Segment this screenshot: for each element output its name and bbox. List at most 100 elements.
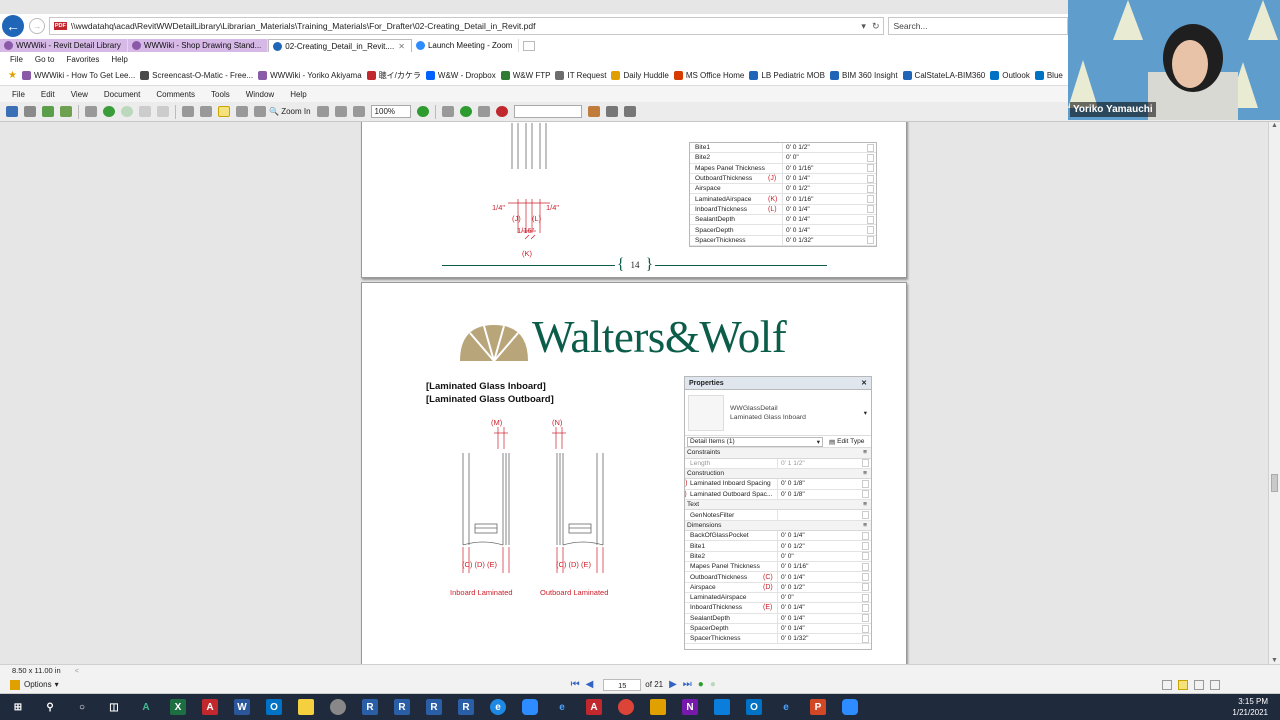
menu-goto[interactable]: Go to [35,55,55,64]
menu-document[interactable]: Document [104,90,140,99]
zoom-icon[interactable] [842,699,858,715]
favorite-item[interactable]: Blue [1034,71,1063,80]
document-icon[interactable] [85,106,97,117]
menu-help[interactable]: Help [290,90,306,99]
snapshot-icon[interactable] [254,106,266,117]
menu-file[interactable]: File [12,90,25,99]
zoom-in-icon[interactable] [416,106,429,117]
tab-zoom[interactable]: Launch Meeting - Zoom [412,39,520,52]
outlook-icon[interactable]: O [266,699,282,715]
fit-icon[interactable] [200,106,212,117]
dropdown-icon[interactable]: ▾ [861,21,866,32]
menu-view[interactable]: View [71,90,88,99]
next-page-icon[interactable] [121,106,133,117]
rotate-icon[interactable] [182,106,194,117]
menu-file[interactable]: File [10,55,23,64]
excel-icon[interactable]: X [170,699,186,715]
scroll-up-icon[interactable]: ▲ [1271,122,1278,129]
menu-help[interactable]: Help [111,55,127,64]
url-input[interactable]: PDF \\wwdatahq\acad\RevitWWDetailLibrary… [48,17,885,35]
app-icon[interactable] [714,699,730,715]
search-input[interactable]: Search... [888,17,1068,35]
back-button[interactable]: ← [2,15,24,37]
favorite-item[interactable]: MS Office Home [673,71,744,80]
refresh-icon[interactable]: ↻ [872,21,880,32]
system-clock[interactable]: 3:15 PM 1/21/2021 [1232,696,1268,718]
star-icon[interactable]: ★ [8,70,17,81]
single-page-icon[interactable] [1161,679,1172,690]
print-icon[interactable] [24,106,36,117]
favorite-item[interactable]: WWWiki - How To Get Lee... [21,71,135,80]
close-icon[interactable]: ✕ [398,42,405,51]
zoom-in-tool[interactable]: 🔍 Zoom In [269,107,311,116]
new-tab-button[interactable] [523,41,536,51]
outlook-icon[interactable]: O [746,699,762,715]
zoom-icon[interactable] [522,699,538,715]
menu-window[interactable]: Window [246,90,274,99]
menu-favorites[interactable]: Favorites [66,55,99,64]
scroll-left-icon[interactable]: < [75,666,79,675]
go-back-icon[interactable]: ● [698,679,704,690]
cortana-icon[interactable]: ○ [74,699,90,715]
file-explorer-icon[interactable] [650,699,666,715]
undo-icon[interactable] [139,106,151,117]
favorite-item[interactable]: BIM 360 Insight [829,71,898,80]
last-page-icon[interactable]: ⏭ [683,679,692,690]
go-forward-icon[interactable]: ● [710,679,716,690]
actual-size-icon[interactable] [316,106,329,117]
options-button[interactable]: Options [24,680,52,689]
continuous-icon[interactable] [1177,679,1188,690]
tab-revit-detail-library[interactable]: WWWiki - Revit Detail Library [0,39,128,52]
powerpoint-icon[interactable]: P [810,699,826,715]
favorite-item[interactable]: WWWiki - Yoriko Akiyama [258,71,362,80]
revit-icon[interactable]: R [394,699,410,715]
redo-icon[interactable] [157,106,169,117]
autocad-a-icon[interactable]: A [138,699,154,715]
favorite-item[interactable]: W&W - Dropbox [425,71,496,80]
favorite-item[interactable]: CalStateLA-BIM360 [902,71,985,80]
hand-tool-icon[interactable] [218,106,230,117]
document-view[interactable]: 1/4" 1/4" (J) (L) 1/16" (K) { 14 } Bite1… [0,122,1268,664]
favorite-item[interactable]: LB Pediatric MOB [749,71,825,80]
favorite-item[interactable]: 聴イ/カケラ [366,70,421,81]
favorite-item[interactable]: Daily Huddle [611,71,669,80]
scroll-thumb[interactable] [1271,474,1278,492]
chrome-icon[interactable] [618,699,634,715]
onenote-icon[interactable]: N [682,699,698,715]
menu-comments[interactable]: Comments [156,90,195,99]
sticky-notes-icon[interactable] [298,699,314,715]
menu-edit[interactable]: Edit [41,90,55,99]
edge-icon[interactable]: e [490,699,506,715]
favorite-item[interactable]: Screencast-O-Matic - Free... [140,71,253,80]
page-number-field[interactable]: 15 [603,678,642,691]
tool-icon[interactable] [477,106,490,117]
go-icon[interactable] [459,106,472,117]
save-icon[interactable] [6,106,18,117]
zoom-field[interactable]: 100% [370,105,411,118]
revit-icon[interactable]: R [362,699,378,715]
tool-icon[interactable] [441,106,454,117]
previous-page-icon[interactable] [103,106,115,117]
find-field[interactable] [513,105,582,118]
search-icon[interactable]: ⚲ [42,699,58,715]
fit-width-icon[interactable] [352,106,365,117]
forward-button[interactable]: → [28,18,45,34]
app-icon[interactable] [330,699,346,715]
vertical-scrollbar[interactable]: ▲ ▼ [1268,122,1280,664]
revit-icon[interactable]: R [426,699,442,715]
first-page-icon[interactable]: ⏮ [571,679,580,690]
fit-page-icon[interactable] [334,106,347,117]
acrobat-icon[interactable]: A [202,699,218,715]
tool-icon[interactable] [587,106,600,117]
favorite-item[interactable]: Outlook [990,71,1030,80]
revit-icon[interactable]: R [458,699,474,715]
continuous-facing-icon[interactable] [1209,679,1220,690]
tab-creating-detail[interactable]: 02-Creating_Detail_in_Revit.... ✕ [268,39,412,52]
word-icon[interactable]: W [234,699,250,715]
tool-icon[interactable] [623,106,636,117]
internet-explorer-icon[interactable]: e [778,699,794,715]
favorite-item[interactable]: IT Request [555,71,606,80]
windows-start-icon[interactable]: ⊞ [10,699,26,715]
menu-tools[interactable]: Tools [211,90,230,99]
email-icon[interactable] [42,106,54,117]
